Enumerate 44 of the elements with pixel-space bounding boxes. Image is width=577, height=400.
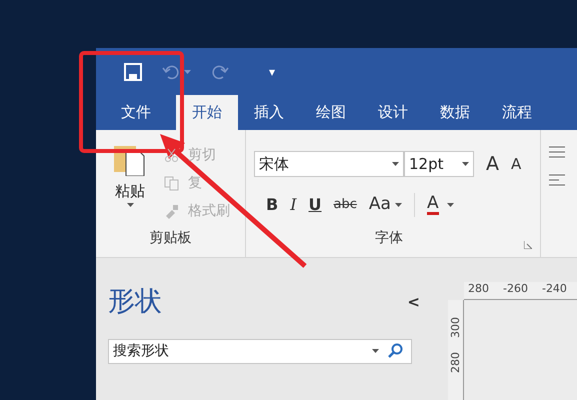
customize-button[interactable]: ▾ [269, 62, 276, 80]
ruler-label: 280 [468, 282, 489, 296]
ribbon-tab[interactable]: 绘图 [300, 95, 362, 130]
caret-icon [462, 162, 469, 166]
caret-icon [184, 70, 191, 74]
caret-icon [394, 202, 402, 206]
caret-icon [446, 202, 454, 206]
ruler-label: -260 [503, 282, 528, 296]
format-button[interactable]: abc [330, 192, 361, 216]
shrink-font-button[interactable]: A [511, 153, 522, 176]
group-label: 剪贴板 [148, 229, 192, 248]
dialog-launcher-icon[interactable] [524, 241, 532, 249]
ribbon-tab[interactable]: 开始 [176, 95, 238, 130]
font-name-field[interactable]: 宋体 [254, 151, 404, 178]
ruler-label: -240 [542, 282, 567, 296]
collapse-button[interactable]: < [407, 291, 420, 314]
pane-title: 形状 [108, 285, 162, 319]
caret-icon [372, 349, 379, 353]
ruler-label: 300 [450, 317, 461, 338]
caret-icon [126, 202, 134, 206]
ruler-label: 280 [450, 352, 461, 373]
caret-icon [392, 162, 399, 166]
ribbon-tab[interactable]: 文件 [96, 95, 176, 130]
format-button[interactable]: I [286, 192, 301, 216]
ribbon-tab[interactable]: 设计 [362, 95, 424, 130]
brush-icon [164, 203, 180, 219]
format-button[interactable]: U [304, 192, 326, 216]
copy-icon [164, 175, 180, 191]
search-field[interactable]: 搜索形状 [108, 338, 412, 364]
save-icon[interactable] [124, 62, 142, 80]
format-button[interactable]: Aa [364, 192, 406, 216]
ribbon-tab[interactable]: 数据 [424, 95, 486, 130]
search-icon[interactable] [387, 343, 403, 359]
grow-font-button[interactable]: A [486, 150, 499, 178]
ribbon-tab[interactable]: 流程 [486, 95, 548, 130]
font-color-button[interactable]: A [422, 194, 458, 215]
ribbon-tab[interactable]: 插入 [238, 95, 300, 130]
font-color-letter: A [426, 194, 439, 215]
scissors-icon [164, 147, 180, 163]
search-input[interactable]: 搜索形状 [109, 340, 372, 362]
font-size-field[interactable]: 12pt [404, 151, 474, 178]
group-label: 字体 [374, 229, 404, 248]
paste-button[interactable]: 粘贴 [108, 142, 152, 228]
format-button[interactable]: B [262, 192, 282, 216]
